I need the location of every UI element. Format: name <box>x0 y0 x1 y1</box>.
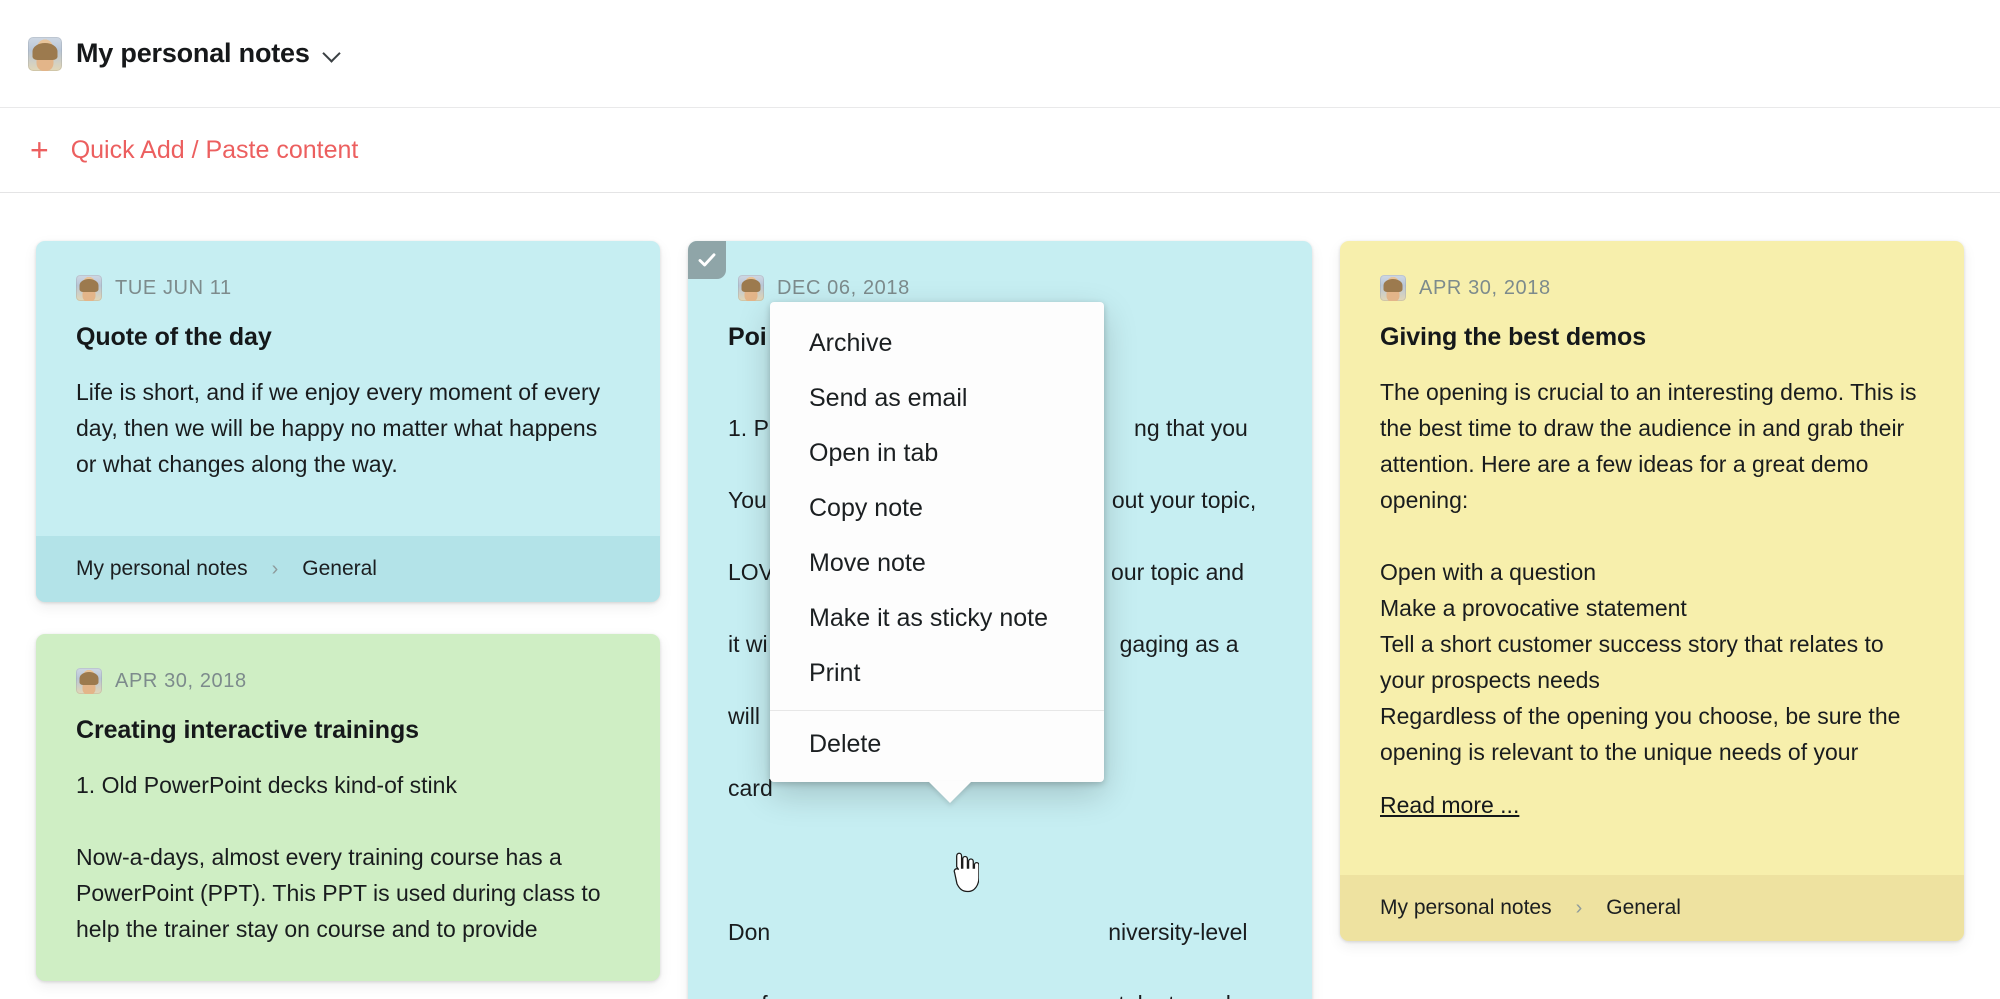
author-avatar <box>1380 275 1406 301</box>
breadcrumb-workspace[interactable]: My personal notes <box>1380 896 1552 920</box>
note-context-menu[interactable]: Archive Send as email Open in tab Copy n… <box>770 302 1104 782</box>
note-breadcrumb-footer[interactable]: My personal notes › General <box>1340 875 1964 941</box>
note-body-line: LOV <box>728 554 774 590</box>
note-body-fragment: ng that you <box>1134 410 1248 446</box>
menu-item-make-sticky-note[interactable]: Make it as sticky note <box>770 591 1104 646</box>
note-body-line: will <box>728 698 760 734</box>
menu-item-archive[interactable]: Archive <box>770 316 1104 371</box>
note-meta: DEC 06, 2018 <box>738 275 1272 301</box>
note-meta: APR 30, 2018 <box>1380 275 1924 301</box>
note-date: DEC 06, 2018 <box>777 277 910 300</box>
user-avatar <box>28 37 62 71</box>
menu-item-send-as-email[interactable]: Send as email <box>770 371 1104 426</box>
note-date: APR 30, 2018 <box>1419 277 1551 300</box>
menu-divider <box>770 710 1104 711</box>
quick-add-bar[interactable]: + Quick Add / Paste content <box>0 107 2000 193</box>
checkmark-icon <box>697 250 717 270</box>
note-meta: APR 30, 2018 <box>76 668 620 694</box>
note-date: TUE JUN 11 <box>115 277 232 300</box>
note-card-trainings[interactable]: APR 30, 2018 Creating interactive traini… <box>36 634 660 981</box>
top-bar: My personal notes <box>0 0 2000 107</box>
menu-item-copy-note[interactable]: Copy note <box>770 481 1104 536</box>
read-more-link[interactable]: Read more ... <box>1380 792 1519 819</box>
note-body-line: card <box>728 770 773 806</box>
note-body-line: Don <box>728 914 770 950</box>
note-body-fragment: gaging as a <box>1120 626 1239 662</box>
menu-item-open-in-tab[interactable]: Open in tab <box>770 426 1104 481</box>
board-column-2: DEC 06, 2018 Poi 1. Ping that you Youout… <box>688 241 1312 999</box>
note-body-fragment: , talents and <box>1106 986 1231 999</box>
note-body-fragment: out your topic, <box>1112 482 1256 518</box>
breadcrumb-folder[interactable]: General <box>1606 896 1681 920</box>
note-body: 1. Old PowerPoint decks kind-of stink No… <box>76 767 620 947</box>
menu-item-print[interactable]: Print <box>770 646 1104 701</box>
workspace-title: My personal notes <box>76 38 310 69</box>
menu-pointer-arrow <box>928 781 972 803</box>
note-body-line: 1. Pi <box>728 410 774 446</box>
notes-board: TUE JUN 11 Quote of the day Life is shor… <box>0 193 2000 999</box>
breadcrumb-separator-icon: › <box>1576 897 1583 920</box>
note-body: Life is short, and if we enjoy every mom… <box>76 374 620 482</box>
note-body-line: it wi <box>728 626 768 662</box>
quick-add-label: Quick Add / Paste content <box>71 136 359 165</box>
note-body-fragment: our topic and <box>1111 554 1244 590</box>
note-card-content: APR 30, 2018 Creating interactive traini… <box>36 634 660 981</box>
note-breadcrumb-footer[interactable]: My personal notes › General <box>36 536 660 602</box>
note-body-line: You <box>728 482 767 518</box>
note-title: Giving the best demos <box>1380 323 1924 352</box>
note-meta: TUE JUN 11 <box>76 275 620 301</box>
note-body-fragment: niversity-level <box>1108 914 1247 950</box>
board-column-3: APR 30, 2018 Giving the best demos The o… <box>1340 241 1964 941</box>
note-date: APR 30, 2018 <box>115 670 247 693</box>
note-card-points[interactable]: DEC 06, 2018 Poi 1. Ping that you Youout… <box>688 241 1312 999</box>
breadcrumb-folder[interactable]: General <box>302 557 377 581</box>
board-column-1: TUE JUN 11 Quote of the day Life is shor… <box>36 241 660 981</box>
note-title: Quote of the day <box>76 323 620 352</box>
note-card-quote[interactable]: TUE JUN 11 Quote of the day Life is shor… <box>36 241 660 602</box>
note-body-line: prof <box>728 986 768 999</box>
author-avatar <box>738 275 764 301</box>
note-card-content: TUE JUN 11 Quote of the day Life is shor… <box>36 241 660 510</box>
author-avatar <box>76 668 102 694</box>
plus-icon: + <box>30 134 49 166</box>
note-card-demos[interactable]: APR 30, 2018 Giving the best demos The o… <box>1340 241 1964 941</box>
note-card-content: APR 30, 2018 Giving the best demos The o… <box>1340 241 1964 849</box>
note-title: Creating interactive trainings <box>76 716 620 745</box>
menu-item-move-note[interactable]: Move note <box>770 536 1104 591</box>
menu-item-delete[interactable]: Delete <box>770 717 1104 772</box>
breadcrumb-workspace[interactable]: My personal notes <box>76 557 248 581</box>
author-avatar <box>76 275 102 301</box>
breadcrumb-separator-icon: › <box>272 558 279 581</box>
note-body: The opening is crucial to an interesting… <box>1380 374 1924 770</box>
chevron-down-icon[interactable] <box>324 45 341 62</box>
note-select-checkbox[interactable] <box>688 241 726 279</box>
